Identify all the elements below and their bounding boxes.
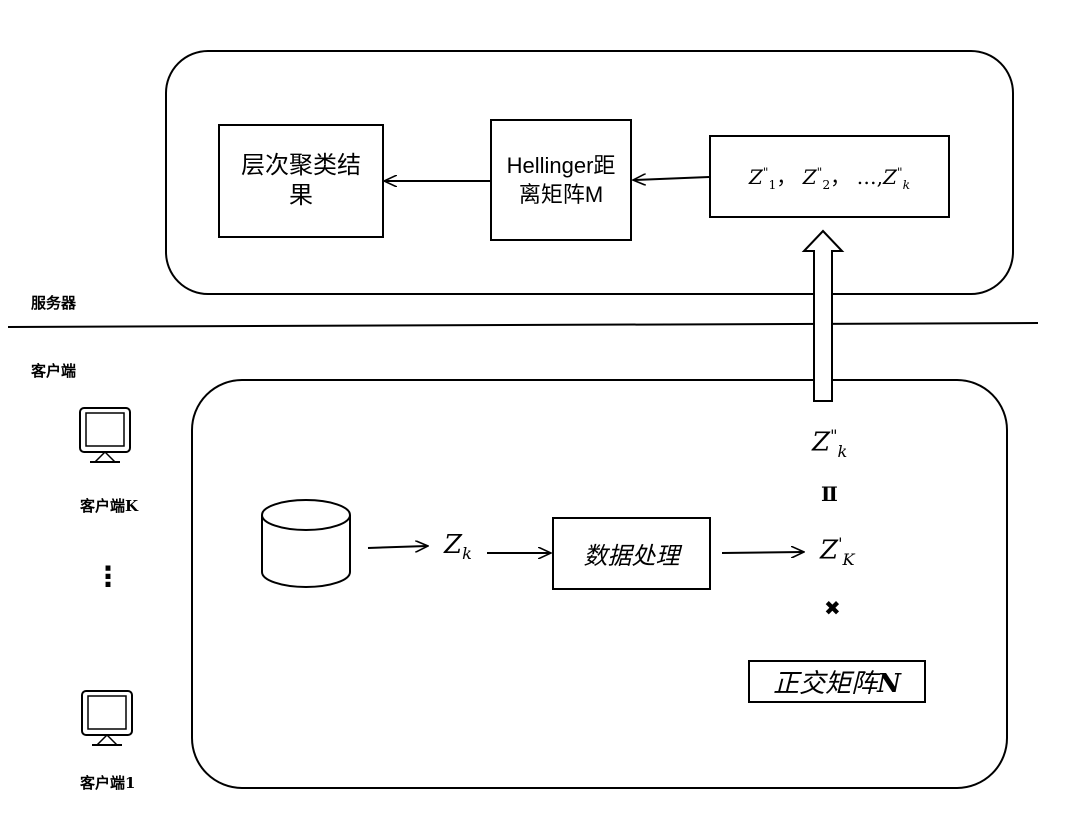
database-icon bbox=[261, 499, 351, 588]
z1-symbol: Z bbox=[748, 165, 763, 189]
orthogonal-matrix-label: 正交矩阵 bbox=[773, 669, 878, 699]
sep-1: ， bbox=[776, 165, 797, 189]
zk-prime-base: Z bbox=[820, 535, 839, 566]
zk-raw-base: Z bbox=[444, 530, 463, 560]
orthogonal-matrix-letter: N bbox=[877, 669, 901, 699]
client-1-monitor-icon bbox=[81, 690, 133, 746]
upload-set-box: Z"1， Z"2， …,Z"k bbox=[709, 135, 950, 218]
zk-prime-label: Z'K bbox=[820, 534, 855, 569]
server-label: 服务器 bbox=[31, 294, 77, 312]
zk-double-sub: k bbox=[837, 441, 848, 461]
upload-set-formula: Z"1， Z"2， …,Z"k bbox=[749, 161, 910, 192]
zk-raw-label: Zk bbox=[444, 530, 472, 563]
client-1-label: 客户端1 bbox=[80, 774, 136, 792]
zk-prime-sub: K bbox=[842, 549, 855, 569]
set-ellipsis: …, bbox=[856, 165, 883, 189]
orthogonal-matrix-box: 正交矩阵N bbox=[748, 660, 926, 703]
zk-double-base: Z bbox=[812, 427, 831, 458]
arrow-processing-to-zkprime bbox=[721, 552, 803, 553]
sep-2: ， bbox=[830, 165, 851, 189]
zk-sub: k bbox=[902, 177, 911, 192]
cluster-result-text: 层次聚类结果 bbox=[241, 152, 361, 209]
client-k-monitor-icon bbox=[79, 407, 131, 463]
data-processing-box: 数据处理 bbox=[552, 517, 711, 590]
client-label: 客户端 bbox=[31, 362, 77, 380]
orthogonal-matrix-text: 正交矩阵N bbox=[773, 663, 901, 700]
equals-symbol: Ⅱ bbox=[821, 482, 838, 506]
hellinger-matrix-box: Hellinger距离矩阵M bbox=[490, 119, 632, 241]
zk-double-sup: " bbox=[830, 426, 838, 445]
arrow-set-to-matrix bbox=[634, 177, 710, 180]
client-k-label: 客户端K bbox=[80, 497, 139, 515]
zk-double-label: Z"k bbox=[812, 426, 847, 461]
z2-symbol: Z bbox=[802, 165, 817, 189]
cluster-result-box: 层次聚类结果 bbox=[218, 124, 384, 238]
upload-arrow bbox=[801, 229, 845, 402]
server-client-divider bbox=[7, 322, 1039, 328]
multiply-symbol: ✖ bbox=[824, 596, 841, 620]
hellinger-matrix-text: Hellinger距离矩阵M bbox=[506, 153, 616, 207]
arrow-db-to-zk bbox=[367, 546, 427, 548]
data-processing-text: 数据处理 bbox=[583, 542, 680, 570]
zk-raw-sub: k bbox=[462, 544, 472, 564]
clients-ellipsis: ⋮ bbox=[94, 561, 122, 592]
zk-symbol: Z bbox=[882, 165, 897, 189]
